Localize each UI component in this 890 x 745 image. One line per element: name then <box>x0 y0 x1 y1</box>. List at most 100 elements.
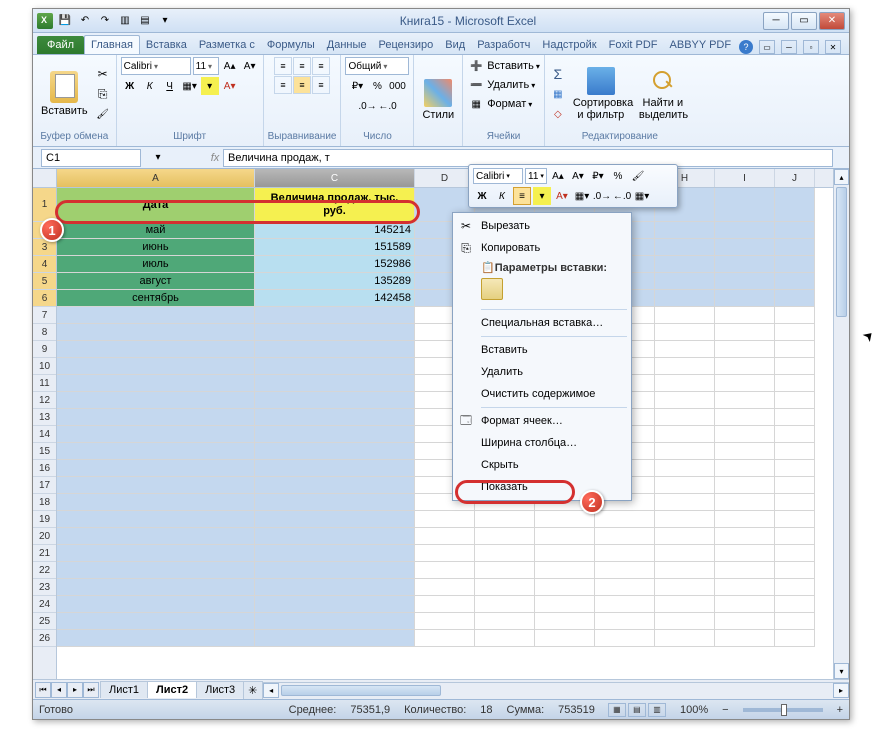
mini-size-dropdown[interactable]: 11 <box>525 168 547 184</box>
cell[interactable] <box>655 613 715 630</box>
cell[interactable] <box>57 324 255 341</box>
cell[interactable] <box>595 545 655 562</box>
scroll-right-icon[interactable]: ▸ <box>833 683 849 698</box>
cell[interactable] <box>715 256 775 273</box>
cell[interactable] <box>715 545 775 562</box>
cell[interactable] <box>535 545 595 562</box>
cell[interactable] <box>255 358 415 375</box>
cell[interactable] <box>595 630 655 647</box>
cell[interactable] <box>415 630 475 647</box>
mini-grow-font-icon[interactable]: A▴ <box>549 167 567 185</box>
mini-merge-icon[interactable]: ▦▾ <box>633 187 651 205</box>
close-button[interactable]: ✕ <box>819 12 845 30</box>
sort-filter-button[interactable]: Сортировка и фильтр <box>569 65 633 123</box>
mdi-restore-button[interactable]: ▫ <box>803 40 819 54</box>
cell[interactable] <box>715 443 775 460</box>
mini-border-icon[interactable]: ▦▾ <box>573 187 591 205</box>
cell[interactable] <box>57 630 255 647</box>
cell[interactable] <box>57 443 255 460</box>
cell[interactable] <box>655 307 715 324</box>
cell[interactable] <box>775 256 815 273</box>
cell[interactable] <box>535 613 595 630</box>
cell[interactable] <box>715 528 775 545</box>
increase-decimal-icon[interactable]: .0→ <box>358 97 376 115</box>
clear-icon[interactable] <box>549 105 567 123</box>
column-header[interactable]: A <box>57 169 255 187</box>
cell[interactable] <box>595 613 655 630</box>
mini-center-icon[interactable]: ≡ <box>513 187 531 205</box>
cell[interactable] <box>715 613 775 630</box>
cell[interactable] <box>475 562 535 579</box>
cell[interactable] <box>535 630 595 647</box>
align-top-icon[interactable]: ≡ <box>274 57 292 75</box>
cell[interactable] <box>475 596 535 613</box>
cell[interactable]: 145214 <box>255 222 415 239</box>
row-header[interactable]: 15 <box>33 443 56 460</box>
mini-percent-icon[interactable]: % <box>609 167 627 185</box>
italic-button[interactable]: К <box>141 77 159 95</box>
ribbon-tab[interactable]: Надстройк <box>536 36 602 54</box>
cell[interactable] <box>655 426 715 443</box>
ribbon-tab[interactable]: Разметка с <box>193 36 261 54</box>
cell[interactable] <box>775 273 815 290</box>
number-format-dropdown[interactable]: Общий <box>345 57 409 75</box>
cell[interactable] <box>57 307 255 324</box>
ribbon-tab[interactable]: Формулы <box>261 36 321 54</box>
cell[interactable] <box>255 545 415 562</box>
mini-currency-icon[interactable]: ₽▾ <box>589 167 607 185</box>
ctx-clear[interactable]: Очистить содержимое <box>453 383 631 405</box>
cell[interactable] <box>655 358 715 375</box>
delete-cells-button[interactable]: ➖Удалить▾ <box>467 76 535 94</box>
cell[interactable] <box>255 579 415 596</box>
cell[interactable] <box>655 222 715 239</box>
sheet-tab[interactable]: Лист1 <box>100 681 148 698</box>
zoom-level[interactable]: 100% <box>680 704 708 716</box>
cell[interactable] <box>415 596 475 613</box>
cell[interactable]: 135289 <box>255 273 415 290</box>
cell[interactable] <box>655 511 715 528</box>
cell[interactable] <box>775 579 815 596</box>
row-header[interactable]: 17 <box>33 477 56 494</box>
fill-color-icon[interactable]: ▾ <box>201 77 219 95</box>
cell[interactable] <box>655 460 715 477</box>
redo-icon[interactable]: ↷ <box>97 13 113 29</box>
styles-button[interactable]: Стили <box>418 77 458 123</box>
cell[interactable] <box>475 579 535 596</box>
cell[interactable] <box>715 341 775 358</box>
cell[interactable] <box>655 375 715 392</box>
page-break-view-icon[interactable]: ▥ <box>648 703 666 717</box>
cell[interactable] <box>255 596 415 613</box>
fill-icon[interactable] <box>549 85 567 103</box>
autosum-icon[interactable] <box>549 65 567 83</box>
sheet-nav-next-icon[interactable]: ▸ <box>67 682 83 698</box>
cell[interactable] <box>715 511 775 528</box>
cell[interactable] <box>715 324 775 341</box>
font-color-icon[interactable]: A▾ <box>221 77 239 95</box>
cell[interactable] <box>655 273 715 290</box>
ribbon-tab[interactable]: ABBYY PDF <box>664 36 738 54</box>
cell[interactable] <box>57 409 255 426</box>
cell[interactable] <box>655 239 715 256</box>
ctx-show[interactable]: Показать <box>453 476 631 498</box>
cell[interactable] <box>57 545 255 562</box>
font-size-dropdown[interactable]: 11 <box>193 57 219 75</box>
format-cells-button[interactable]: ▦Формат▾ <box>467 95 532 113</box>
cell[interactable] <box>715 426 775 443</box>
cell[interactable] <box>715 579 775 596</box>
zoom-in-icon[interactable]: + <box>837 704 843 716</box>
cell[interactable] <box>775 545 815 562</box>
cell[interactable] <box>57 613 255 630</box>
cell[interactable] <box>255 409 415 426</box>
ribbon-tab[interactable]: Данные <box>321 36 373 54</box>
scroll-up-icon[interactable]: ▴ <box>834 169 849 185</box>
cell[interactable] <box>535 511 595 528</box>
new-sheet-icon[interactable]: ✳ <box>243 681 263 699</box>
ribbon-tab[interactable]: Разработч <box>471 36 536 54</box>
scroll-left-icon[interactable]: ◂ <box>263 683 279 698</box>
cell[interactable] <box>57 528 255 545</box>
cell[interactable]: сентябрь <box>57 290 255 307</box>
row-header[interactable]: 25 <box>33 613 56 630</box>
row-header[interactable]: 22 <box>33 562 56 579</box>
scroll-down-icon[interactable]: ▾ <box>834 663 849 679</box>
cell[interactable] <box>715 358 775 375</box>
